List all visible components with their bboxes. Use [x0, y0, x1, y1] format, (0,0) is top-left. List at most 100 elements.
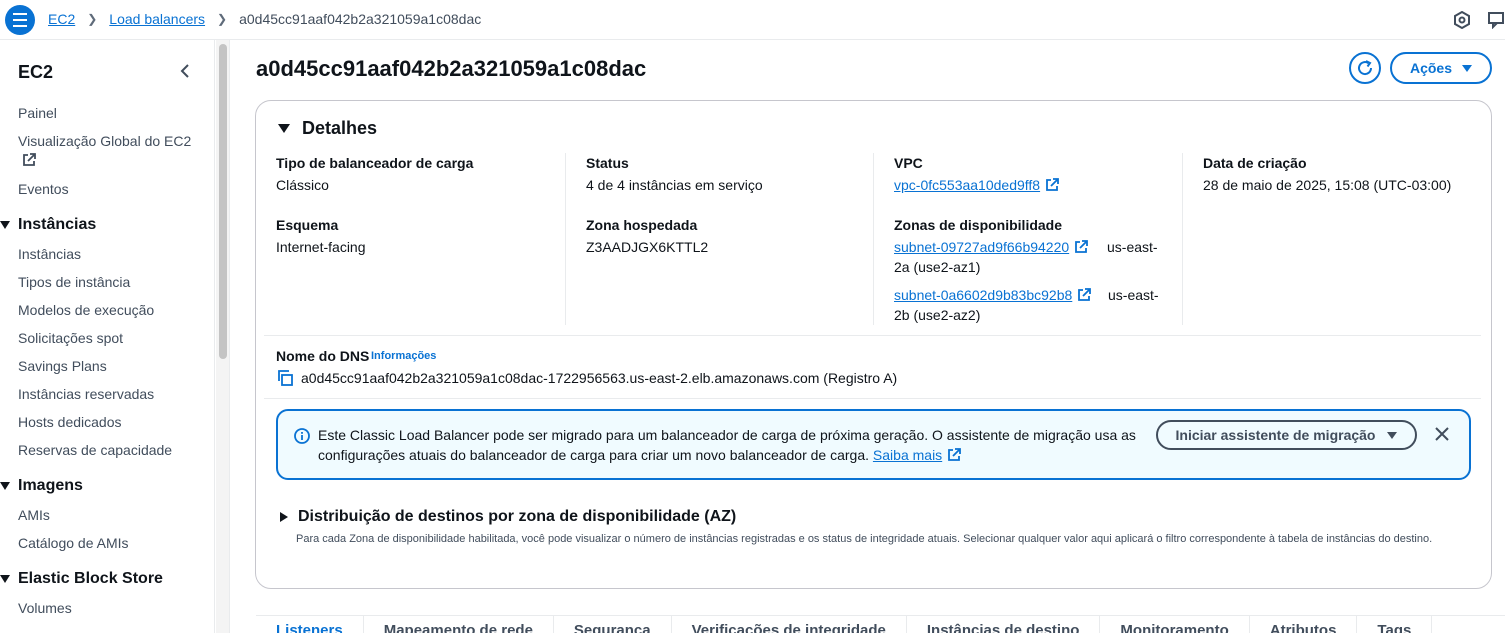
- alert-message: Este Classic Load Balancer pode ser migr…: [318, 425, 1148, 465]
- sidebar-item-volumes[interactable]: Volumes: [18, 600, 72, 616]
- sidebar-section-imagens[interactable]: Imagens: [0, 477, 83, 495]
- breadcrumb-load-balancers-link[interactable]: Load balancers: [109, 11, 205, 27]
- caret-down-icon: [0, 482, 10, 490]
- chevron-right-icon: ❯: [87, 12, 98, 26]
- sidebar-item-global-view[interactable]: Visualização Global do EC2: [18, 133, 191, 149]
- column-divider: [873, 153, 874, 325]
- tab-verificacoes-integridade[interactable]: Verificações de integridade: [672, 616, 907, 633]
- section-title: Elastic Block Store: [18, 570, 163, 587]
- breadcrumb-ec2-link[interactable]: EC2: [48, 11, 75, 27]
- column-divider: [565, 153, 566, 325]
- subnet-2-link[interactable]: subnet-0a6602d9b83bc92b8: [894, 287, 1092, 303]
- caret-down-icon: [1462, 64, 1473, 72]
- scheme-label: Esquema: [276, 217, 339, 233]
- start-migration-button[interactable]: Iniciar assistente de migração: [1156, 420, 1417, 450]
- tab-monitoramento[interactable]: Monitoramento: [1100, 616, 1250, 633]
- actions-label: Ações: [1409, 60, 1453, 76]
- column-divider: [1182, 153, 1183, 325]
- caret-down-icon: [1387, 431, 1398, 439]
- hosted-zone-value: Z3AADJGX6KTTL2: [586, 239, 709, 255]
- status-value: 4 de 4 instâncias em serviço: [586, 177, 763, 193]
- vpc-link[interactable]: vpc-0fc553aa10ded9ff8: [894, 177, 1059, 193]
- learn-more-link[interactable]: Saiba mais: [873, 447, 962, 463]
- section-title: Instâncias: [18, 216, 97, 233]
- lb-type-value: Clássico: [276, 177, 329, 193]
- details-toggle[interactable]: Detalhes: [278, 118, 377, 139]
- caret-down-icon: [0, 221, 10, 229]
- sidebar-scroll-thumb[interactable]: [219, 44, 227, 359]
- tab-mapeamento-rede[interactable]: Mapeamento de rede: [364, 616, 554, 633]
- sidebar-item-modelos-execucao[interactable]: Modelos de execução: [18, 302, 154, 318]
- created-value: 28 de maio de 2025, 15:08 (UTC-03:00): [1203, 177, 1452, 193]
- section-divider: [264, 398, 1481, 399]
- sidebar-item-eventos[interactable]: Eventos: [18, 181, 69, 197]
- az-distribution-description: Para cada Zona de disponibilidade habili…: [296, 533, 1433, 545]
- tab-listeners[interactable]: Listeners: [256, 616, 364, 633]
- sidebar-item-solicitacoes-spot[interactable]: Solicitações spot: [18, 330, 123, 346]
- copy-icon[interactable]: [278, 370, 293, 386]
- status-label: Status: [586, 155, 629, 171]
- caret-down-icon: [278, 124, 290, 133]
- sidebar-item-tipos-instancia[interactable]: Tipos de instância: [18, 274, 130, 290]
- az-distribution-toggle[interactable]: Distribuição de destinos por zona de dis…: [280, 508, 736, 526]
- breadcrumb: EC2 ❯ Load balancers ❯ a0d45cc91aaf042b2…: [48, 11, 481, 27]
- alert-text: Este Classic Load Balancer pode ser migr…: [318, 427, 1136, 463]
- external-link-icon: [948, 448, 962, 461]
- subnet-2-zone: us-east-: [1108, 287, 1159, 303]
- settings-icon[interactable]: [1453, 11, 1471, 29]
- caret-right-icon: [280, 512, 288, 522]
- sidebar-section-instancias[interactable]: Instâncias: [0, 216, 96, 234]
- external-link-icon: [23, 153, 36, 166]
- tab-atributos[interactable]: Atributos: [1250, 616, 1358, 633]
- tab-tags[interactable]: Tags: [1357, 616, 1433, 633]
- feedback-icon[interactable]: [1488, 11, 1505, 29]
- top-navigation-bar: EC2 ❯ Load balancers ❯ a0d45cc91aaf042b2…: [0, 0, 1505, 40]
- subnet-1-zone: us-east-: [1107, 239, 1158, 255]
- tab-instancias-destino[interactable]: Instâncias de destino: [907, 616, 1101, 633]
- sidebar-item-amis[interactable]: AMIs: [18, 507, 50, 523]
- subnet-2-zone-cont: 2b (use2-az2): [894, 307, 981, 323]
- sidebar-item-catalogo-amis[interactable]: Catálogo de AMIs: [18, 535, 129, 551]
- menu-button[interactable]: [5, 5, 35, 35]
- actions-dropdown-button[interactable]: Ações: [1390, 52, 1492, 84]
- dns-info-link[interactable]: Informações: [371, 350, 436, 362]
- sidebar-section-ebs[interactable]: Elastic Block Store: [0, 570, 163, 588]
- az-distribution-title: Distribuição de destinos por zona de dis…: [298, 508, 737, 525]
- sidebar-item-painel[interactable]: Painel: [18, 105, 57, 121]
- subnet-1-link[interactable]: subnet-09727ad9f66b94220: [894, 239, 1089, 255]
- caret-down-icon: [0, 575, 10, 583]
- sidebar-item-instancias-reservadas[interactable]: Instâncias reservadas: [18, 386, 154, 402]
- refresh-button[interactable]: [1349, 52, 1381, 84]
- hosted-zone-label: Zona hospedada: [586, 217, 698, 233]
- close-icon[interactable]: [1434, 426, 1450, 442]
- hamburger-icon: [13, 11, 27, 29]
- external-link-icon: [1046, 178, 1059, 191]
- vpc-id: vpc-0fc553aa10ded9ff8: [894, 177, 1041, 193]
- info-icon: [294, 428, 310, 444]
- detail-tabs: Listeners Mapeamento de rede Segurança V…: [256, 615, 1505, 633]
- created-label: Data de criação: [1203, 155, 1307, 171]
- lb-type-label: Tipo de balanceador de carga: [276, 155, 474, 171]
- chevron-right-icon: ❯: [217, 12, 228, 26]
- sidebar-item-instancias[interactable]: Instâncias: [18, 246, 81, 262]
- subnet-1-id: subnet-09727ad9f66b94220: [894, 239, 1070, 255]
- section-title: Imagens: [18, 477, 83, 494]
- sidebar-item-reservas-capacidade[interactable]: Reservas de capacidade: [18, 442, 172, 458]
- subnet-1-zone-cont: 2a (use2-az1): [894, 259, 981, 275]
- migration-button-label: Iniciar assistente de migração: [1175, 427, 1376, 443]
- details-title: Detalhes: [302, 118, 378, 138]
- refresh-icon: [1358, 60, 1373, 76]
- chevron-left-icon[interactable]: [178, 62, 192, 80]
- sidebar-item-savings-plans[interactable]: Savings Plans: [18, 358, 107, 374]
- sidebar-item-hosts-dedicados[interactable]: Hosts dedicados: [18, 414, 122, 430]
- dns-label: Nome do DNS: [276, 348, 370, 364]
- tab-seguranca[interactable]: Segurança: [554, 616, 672, 633]
- dns-value: a0d45cc91aaf042b2a321059a1c08dac-1722956…: [301, 370, 898, 386]
- az-label: Zonas de disponibilidade: [894, 217, 1063, 233]
- breadcrumb-current: a0d45cc91aaf042b2a321059a1c08dac: [239, 11, 482, 27]
- page-title: a0d45cc91aaf042b2a321059a1c08dac: [256, 56, 647, 81]
- subnet-2-id: subnet-0a6602d9b83bc92b8: [894, 287, 1073, 303]
- external-link-icon: [1078, 288, 1092, 301]
- sidebar-title[interactable]: EC2: [18, 62, 53, 83]
- scheme-value: Internet-facing: [276, 239, 366, 255]
